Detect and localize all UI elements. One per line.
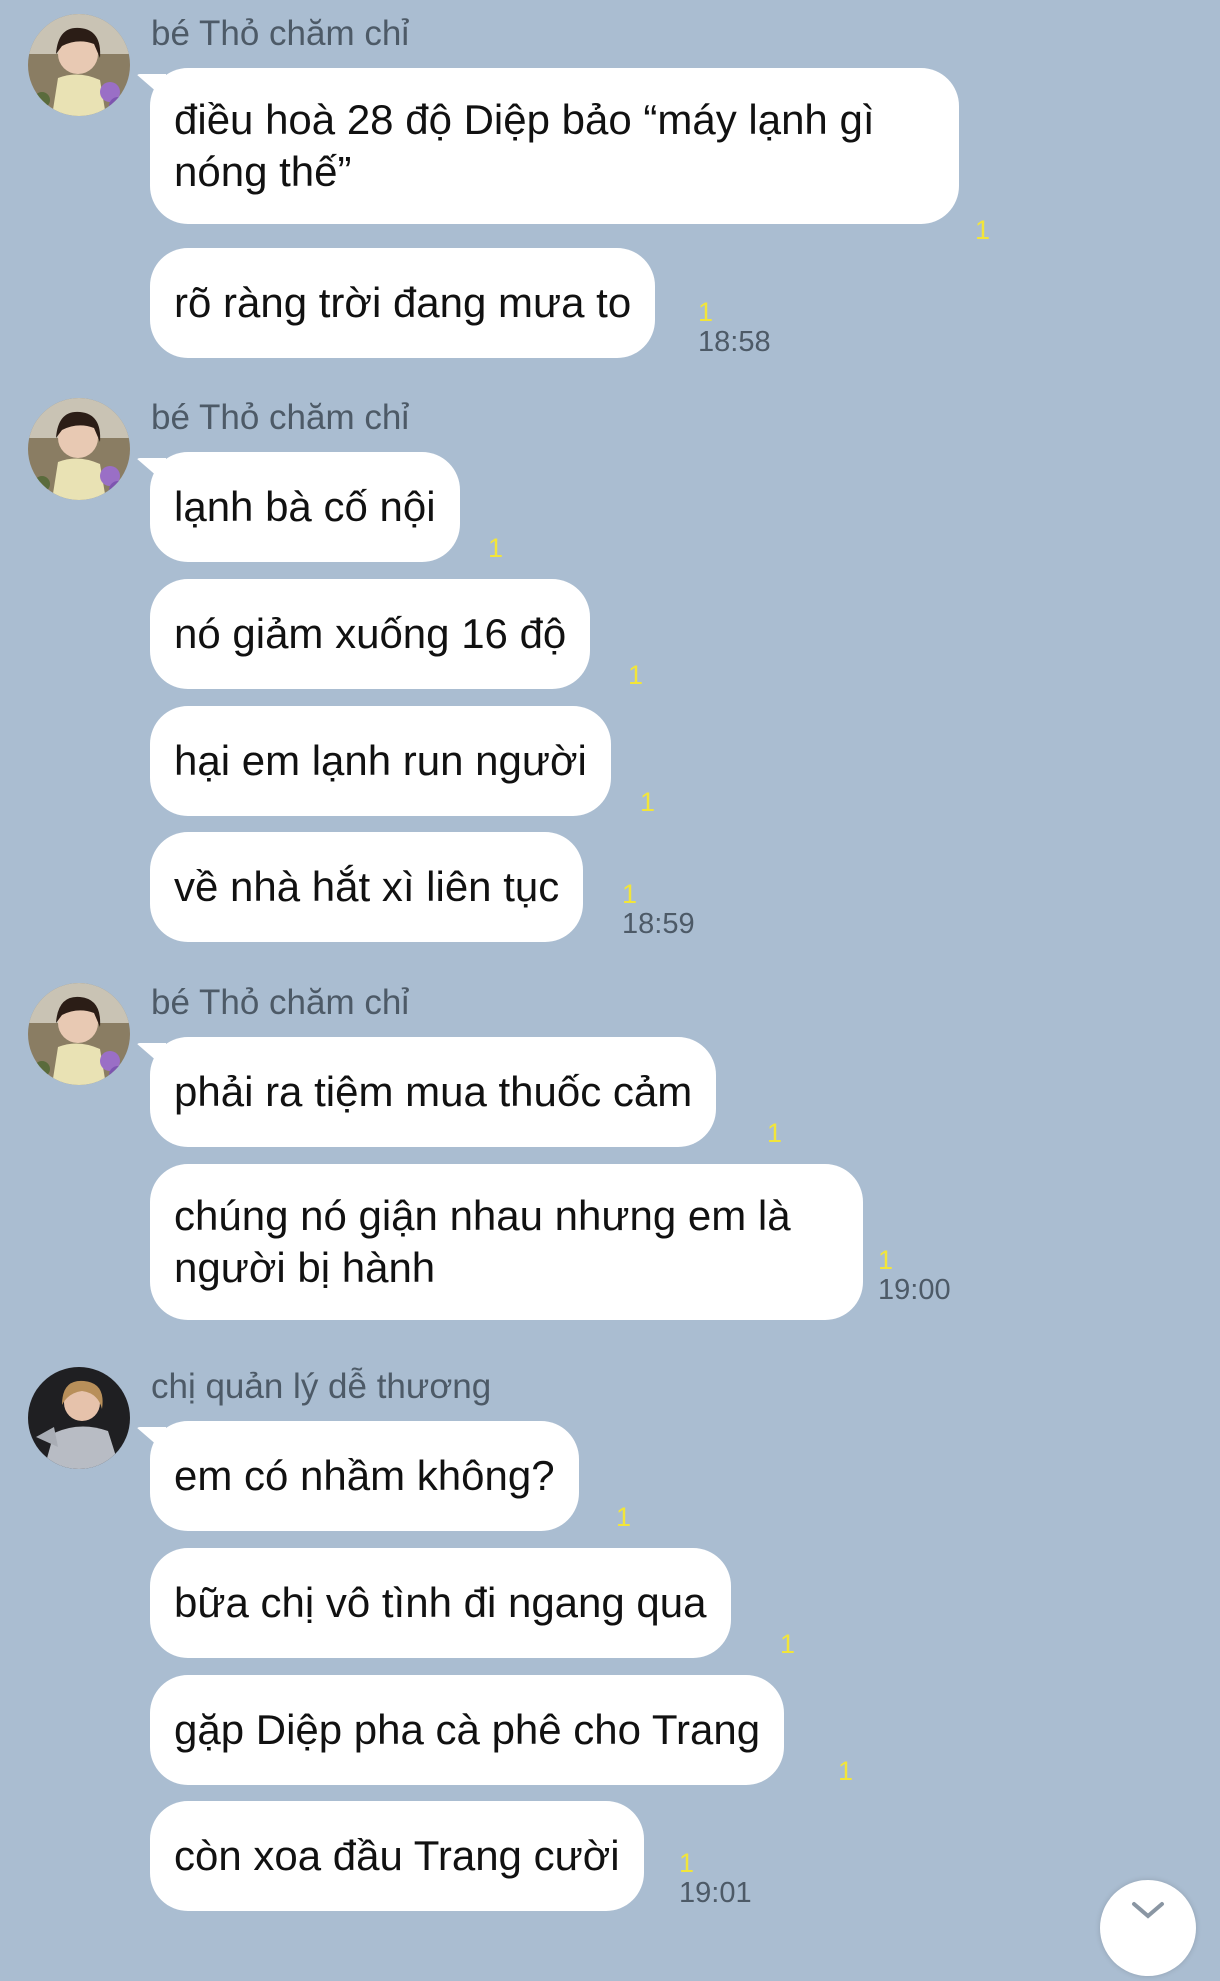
message-text: rõ ràng trời đang mưa to (174, 279, 632, 326)
message-meta: 1 (616, 1503, 631, 1531)
message-row: phải ra tiệm mua thuốc cảm 1 (150, 1037, 782, 1147)
sender-avatar[interactable] (28, 14, 130, 116)
message-bubble[interactable]: nó giảm xuống 16 độ (150, 579, 591, 689)
message-text: lạnh bà cố nội (174, 483, 436, 530)
message-time: 18:58 (698, 326, 771, 358)
message-time: 19:01 (679, 1877, 752, 1909)
sender-name: bé Thỏ chăm chỉ (151, 14, 410, 53)
sender-avatar[interactable] (28, 983, 130, 1085)
message-text: em có nhầm không? (174, 1452, 555, 1499)
unread-count: 1 (698, 297, 714, 327)
message-bubble[interactable]: chúng nó giận nhau nhưng em là người bị … (150, 1164, 863, 1320)
message-meta: 1 (767, 1119, 782, 1147)
message-bubble[interactable]: còn xoa đầu Trang cười (150, 1801, 644, 1911)
message-meta: 1 (838, 1757, 853, 1785)
scroll-to-bottom-button[interactable] (1100, 1880, 1196, 1976)
unread-count: 1 (878, 1245, 894, 1275)
unread-count: 1 (679, 1848, 695, 1878)
unread-count: 1 (622, 879, 638, 909)
sender-name: bé Thỏ chăm chỉ (151, 398, 410, 437)
message-row: điều hoà 28 độ Diệp bảo “máy lạnh gì nón… (150, 68, 990, 244)
message-bubble[interactable]: bữa chị vô tình đi ngang qua (150, 1548, 731, 1658)
message-bubble[interactable]: phải ra tiệm mua thuốc cảm (150, 1037, 717, 1147)
message-meta: 1 19:01 (679, 1849, 752, 1909)
message-bubble[interactable]: hại em lạnh run người (150, 706, 611, 816)
message-row: gặp Diệp pha cà phê cho Trang 1 (150, 1675, 853, 1785)
unread-count: 1 (488, 533, 504, 563)
sender-avatar[interactable] (28, 398, 130, 500)
unread-count: 1 (975, 215, 991, 245)
message-text: còn xoa đầu Trang cười (174, 1832, 620, 1879)
message-text: phải ra tiệm mua thuốc cảm (174, 1068, 693, 1115)
message-time: 18:59 (622, 908, 695, 940)
unread-count: 1 (838, 1756, 854, 1786)
message-row: chúng nó giận nhau nhưng em là người bị … (150, 1164, 951, 1320)
message-meta: 1 18:58 (698, 298, 771, 358)
message-meta: 1 (640, 788, 655, 816)
sender-name: chị quản lý dễ thương (151, 1367, 492, 1406)
message-bubble[interactable]: rõ ràng trời đang mưa to (150, 248, 656, 358)
message-row: rõ ràng trời đang mưa to 1 18:58 (150, 248, 771, 358)
message-text: điều hoà 28 độ Diệp bảo “máy lạnh gì nón… (174, 96, 875, 195)
unread-count: 1 (767, 1118, 783, 1148)
message-meta: 1 (488, 534, 503, 562)
chevron-down-icon (1132, 1902, 1164, 1919)
message-bubble[interactable]: điều hoà 28 độ Diệp bảo “máy lạnh gì nón… (150, 68, 959, 224)
sender-name: bé Thỏ chăm chỉ (151, 983, 410, 1022)
message-bubble[interactable]: lạnh bà cố nội (150, 452, 460, 562)
message-row: lạnh bà cố nội 1 (150, 452, 503, 562)
unread-count: 1 (616, 1502, 632, 1532)
message-row: bữa chị vô tình đi ngang qua 1 (150, 1548, 795, 1658)
sender-avatar[interactable] (28, 1367, 130, 1469)
unread-count: 1 (640, 787, 656, 817)
message-text: bữa chị vô tình đi ngang qua (174, 1579, 707, 1626)
message-meta: 1 19:00 (878, 1246, 951, 1306)
message-row: còn xoa đầu Trang cười 1 19:01 (150, 1801, 752, 1911)
message-text: nó giảm xuống 16 độ (174, 610, 567, 657)
message-bubble[interactable]: về nhà hắt xì liên tục (150, 832, 584, 942)
message-text: về nhà hắt xì liên tục (174, 863, 560, 910)
message-meta: 1 (975, 216, 990, 244)
message-text: hại em lạnh run người (174, 737, 587, 784)
message-bubble[interactable]: gặp Diệp pha cà phê cho Trang (150, 1675, 785, 1785)
unread-count: 1 (780, 1629, 796, 1659)
message-row: về nhà hắt xì liên tục 1 18:59 (150, 832, 695, 942)
message-meta: 1 (628, 661, 643, 689)
message-row: em có nhầm không? 1 (150, 1421, 631, 1531)
message-text: chúng nó giận nhau nhưng em là người bị … (174, 1192, 791, 1291)
message-bubble[interactable]: em có nhầm không? (150, 1421, 579, 1531)
message-time: 19:00 (878, 1274, 951, 1306)
message-meta: 1 18:59 (622, 880, 695, 940)
message-text: gặp Diệp pha cà phê cho Trang (174, 1706, 761, 1753)
message-meta: 1 (780, 1630, 795, 1658)
message-row: nó giảm xuống 16 độ 1 (150, 579, 643, 689)
unread-count: 1 (628, 660, 644, 690)
message-row: hại em lạnh run người 1 (150, 706, 655, 816)
